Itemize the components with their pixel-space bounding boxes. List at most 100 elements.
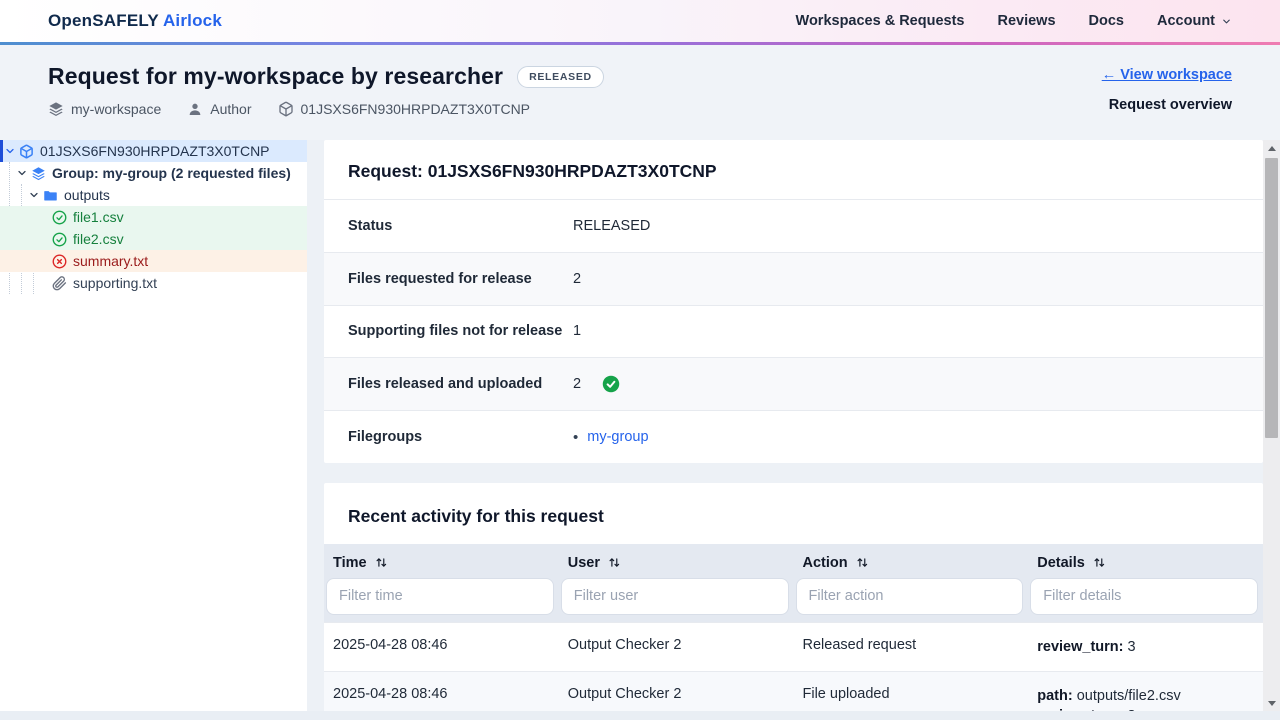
activity-table-filters xyxy=(324,578,1263,622)
scrollbar-thumb[interactable] xyxy=(1265,158,1278,438)
column-header-time[interactable]: Time xyxy=(324,544,559,578)
nav-reviews[interactable]: Reviews xyxy=(997,13,1055,29)
sort-icon[interactable] xyxy=(856,556,869,569)
tree-item-file1[interactable]: file1.csv xyxy=(0,206,307,228)
info-label: Filegroups xyxy=(348,429,573,445)
cell-action: File uploaded xyxy=(794,672,1029,711)
tree-item-label: 01JSXS6FN930HRPDAZT3X0TCNP xyxy=(40,143,270,159)
top-navbar: OpenSAFELY Airlock Workspaces & Requests… xyxy=(0,0,1280,42)
sort-icon[interactable] xyxy=(1093,556,1106,569)
column-header-user[interactable]: User xyxy=(559,544,794,578)
tree-item-supporting[interactable]: supporting.txt xyxy=(0,272,307,294)
layers-icon xyxy=(48,101,64,117)
nav-docs[interactable]: Docs xyxy=(1089,13,1124,29)
info-label: Files released and uploaded xyxy=(348,376,573,392)
tree-item-label: file2.csv xyxy=(73,231,124,247)
folder-icon xyxy=(43,188,58,203)
nav-workspaces-requests[interactable]: Workspaces & Requests xyxy=(796,13,965,29)
filter-user-input[interactable] xyxy=(561,578,789,615)
info-label: Supporting files not for release xyxy=(348,323,573,339)
page-header: Request for my-workspace by researcher R… xyxy=(0,45,1280,140)
request-card-title: Request: 01JSXS6FN930HRPDAZT3X0TCNP xyxy=(324,140,1263,199)
cell-details: review_turn: 3 xyxy=(1028,623,1263,671)
chevron-down-icon[interactable] xyxy=(4,145,16,157)
tree-item-label: summary.txt xyxy=(73,253,148,269)
chevron-down-icon[interactable] xyxy=(16,167,28,179)
status-badge: RELEASED xyxy=(517,66,604,88)
info-row-files-released: Files released and uploaded 2 xyxy=(324,357,1263,410)
bottom-strip xyxy=(0,711,1280,720)
column-label: Action xyxy=(803,555,848,571)
tree-item-outputs-folder[interactable]: outputs xyxy=(0,184,307,206)
column-label: Time xyxy=(333,555,367,571)
chevron-down-icon xyxy=(1221,16,1232,27)
tree-item-label: supporting.txt xyxy=(73,275,157,291)
tree-item-group[interactable]: Group: my-group (2 requested files) xyxy=(0,162,307,184)
detail-key: review_turn: xyxy=(1037,708,1123,711)
info-row-files-requested: Files requested for release 2 xyxy=(324,252,1263,305)
sort-icon[interactable] xyxy=(375,556,388,569)
view-workspace-link[interactable]: ← View workspace xyxy=(1102,67,1232,83)
info-row-filegroups: Filegroups • my-group xyxy=(324,410,1263,463)
scrollbar-up-arrow[interactable] xyxy=(1263,140,1280,156)
brand-primary: OpenSAFELY xyxy=(48,11,159,30)
info-label: Files requested for release xyxy=(348,271,573,287)
detail-value: outputs/file2.csv xyxy=(1077,688,1181,704)
layout-gap xyxy=(307,140,324,711)
meta-request-id-label: 01JSXS6FN930HRPDAZT3X0TCNP xyxy=(301,101,531,117)
column-header-action[interactable]: Action xyxy=(794,544,1029,578)
filegroup-link[interactable]: my-group xyxy=(587,429,648,445)
tree-item-label: Group: my-group (2 requested files) xyxy=(52,165,291,181)
meta-request-id: 01JSXS6FN930HRPDAZT3X0TCNP xyxy=(278,101,531,117)
chevron-down-icon[interactable] xyxy=(28,189,40,201)
info-value: 2 xyxy=(573,376,581,392)
column-label: Details xyxy=(1037,555,1085,571)
detail-value: 3 xyxy=(1128,708,1136,711)
package-icon xyxy=(19,144,34,159)
cell-time: 2025-04-28 08:46 xyxy=(324,672,559,711)
tree-item-file2[interactable]: file2.csv xyxy=(0,228,307,250)
cell-user: Output Checker 2 xyxy=(559,672,794,711)
detail-key: review_turn: xyxy=(1037,639,1123,655)
filter-details-input[interactable] xyxy=(1030,578,1258,615)
check-circle-icon xyxy=(52,232,67,247)
request-summary-card: Request: 01JSXS6FN930HRPDAZT3X0TCNP Stat… xyxy=(324,140,1263,463)
detail-key: path: xyxy=(1037,688,1072,704)
user-icon xyxy=(187,101,203,117)
recent-activity-card: Recent activity for this request Time Us… xyxy=(324,483,1263,711)
filter-action-input[interactable] xyxy=(796,578,1024,615)
tree-item-summary[interactable]: summary.txt xyxy=(0,250,307,272)
sort-icon[interactable] xyxy=(608,556,621,569)
check-circle-filled-icon xyxy=(602,375,620,393)
vertical-scrollbar[interactable] xyxy=(1263,140,1280,711)
tree-item-request-id[interactable]: 01JSXS6FN930HRPDAZT3X0TCNP xyxy=(0,140,307,162)
x-circle-icon xyxy=(52,254,67,269)
filter-time-input[interactable] xyxy=(326,578,554,615)
request-overview-link[interactable]: Request overview xyxy=(1109,97,1232,113)
scrollbar-down-arrow[interactable] xyxy=(1263,695,1280,711)
title-row: Request for my-workspace by researcher R… xyxy=(48,63,604,90)
meta-author-label: Author xyxy=(210,101,251,117)
brand-logo[interactable]: OpenSAFELY Airlock xyxy=(48,11,222,31)
cell-details: path: outputs/file2.csv review_turn: 3 xyxy=(1028,672,1263,711)
activity-card-title: Recent activity for this request xyxy=(324,483,1263,544)
cell-user: Output Checker 2 xyxy=(559,623,794,671)
meta-workspace: my-workspace xyxy=(48,101,161,117)
info-value: 2 xyxy=(573,271,581,287)
info-value: 1 xyxy=(573,323,581,339)
bullet-marker: • xyxy=(573,429,578,446)
brand-secondary: Airlock xyxy=(163,11,222,30)
meta-author: Author xyxy=(187,101,251,117)
cell-time: 2025-04-28 08:46 xyxy=(324,623,559,671)
activity-table-header: Time User Action Details xyxy=(324,544,1263,578)
column-label: User xyxy=(568,555,600,571)
detail-value: 3 xyxy=(1128,639,1136,655)
nav-account-menu[interactable]: Account xyxy=(1157,13,1232,29)
nav-items: Workspaces & Requests Reviews Docs Accou… xyxy=(796,13,1232,29)
activity-row: 2025-04-28 08:46 Output Checker 2 Releas… xyxy=(324,622,1263,671)
header-left: Request for my-workspace by researcher R… xyxy=(48,63,604,140)
column-header-details[interactable]: Details xyxy=(1028,544,1263,578)
meta-workspace-label: my-workspace xyxy=(71,101,161,117)
info-value: RELEASED xyxy=(573,218,650,234)
paperclip-icon xyxy=(52,276,67,291)
